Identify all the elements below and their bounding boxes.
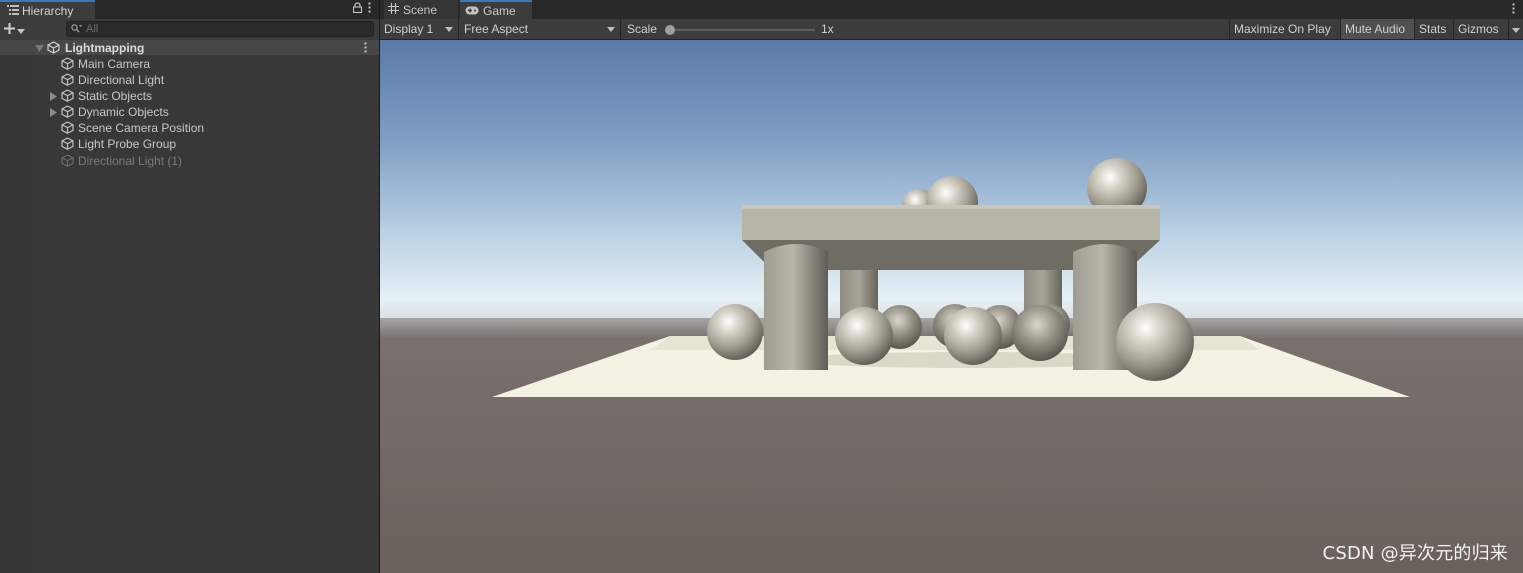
gameobject-cube-icon bbox=[61, 57, 74, 73]
gizmos-label: Gizmos bbox=[1458, 22, 1499, 36]
rendered-scene bbox=[380, 40, 1523, 573]
stats-label: Stats bbox=[1419, 22, 1447, 36]
expand-arrow-icon[interactable] bbox=[34, 43, 44, 53]
gameobject-cube-icon bbox=[61, 73, 74, 89]
hierarchy-item-main-camera[interactable]: Main Camera bbox=[0, 56, 379, 72]
hierarchy-item-label: Light Probe Group bbox=[78, 137, 177, 151]
maximize-on-play-button[interactable]: Maximize On Play bbox=[1229, 19, 1340, 39]
tab-game-label: Game bbox=[483, 3, 516, 18]
stats-button[interactable]: Stats bbox=[1414, 19, 1453, 39]
plus-icon bbox=[4, 22, 15, 37]
gizmos-dropdown[interactable] bbox=[1508, 19, 1523, 39]
expand-arrow-icon[interactable] bbox=[48, 91, 58, 101]
scene-row[interactable]: Lightmapping bbox=[0, 40, 379, 55]
tab-hierarchy[interactable]: Hierarchy bbox=[0, 0, 95, 19]
hierarchy-item-directional-light-1[interactable]: Directional Light (1) bbox=[0, 153, 379, 169]
game-viewport[interactable] bbox=[380, 40, 1523, 573]
hierarchy-item-label: Scene Camera Position bbox=[78, 121, 205, 135]
watermark-text: CSDN @异次元的归来 bbox=[1322, 543, 1508, 564]
tab-scene-label: Scene bbox=[403, 2, 438, 17]
scale-value: 1x bbox=[821, 22, 834, 36]
gameobject-cube-icon bbox=[61, 105, 74, 121]
gamepad-icon bbox=[465, 4, 479, 18]
maximize-on-play-label: Maximize On Play bbox=[1234, 22, 1331, 36]
game-view-panel: Scene Game Display 1 Free Aspect Scale 1… bbox=[380, 0, 1523, 573]
chevron-down-icon bbox=[1512, 22, 1520, 36]
search-input[interactable] bbox=[86, 23, 346, 35]
search-icon bbox=[71, 22, 82, 36]
hierarchy-item-light-probe-group[interactable]: Light Probe Group bbox=[0, 136, 379, 152]
tab-hierarchy-label: Hierarchy bbox=[22, 3, 74, 18]
grid-icon bbox=[388, 2, 399, 17]
hierarchy-item-label: Directional Light (1) bbox=[78, 154, 183, 168]
scene-kebab-icon[interactable] bbox=[364, 42, 367, 56]
game-view-toolbar: Display 1 Free Aspect Scale 1x Maximize … bbox=[380, 19, 1523, 40]
scale-label: Scale bbox=[627, 22, 658, 36]
chevron-down-icon bbox=[17, 23, 25, 37]
hierarchy-item-static-objects[interactable]: Static Objects bbox=[0, 88, 379, 104]
search-field[interactable] bbox=[66, 21, 374, 37]
display-dropdown[interactable]: Display 1 bbox=[380, 19, 459, 39]
gameobject-cube-icon bbox=[61, 89, 74, 105]
chevron-down-icon bbox=[445, 27, 453, 32]
hierarchy-item-directional-light[interactable]: Directional Light bbox=[0, 72, 379, 88]
create-button[interactable] bbox=[4, 21, 34, 38]
scale-slider-handle[interactable] bbox=[665, 25, 675, 35]
chevron-down-icon bbox=[607, 27, 615, 32]
display-dropdown-label: Display 1 bbox=[384, 22, 434, 36]
hierarchy-tab-bar: Hierarchy bbox=[0, 0, 379, 19]
gameobject-cube-icon bbox=[61, 121, 74, 137]
hierarchy-item-scene-camera-position[interactable]: Scene Camera Position bbox=[0, 120, 379, 136]
unity-scene-icon bbox=[47, 41, 60, 57]
hierarchy-toolbar bbox=[0, 19, 379, 41]
hierarchy-item-label: Dynamic Objects bbox=[78, 105, 169, 119]
kebab-menu-icon[interactable] bbox=[368, 2, 371, 16]
hierarchy-item-label: Main Camera bbox=[78, 57, 151, 71]
mute-audio-button[interactable]: Mute Audio bbox=[1340, 19, 1414, 39]
hierarchy-item-dynamic-objects[interactable]: Dynamic Objects bbox=[0, 104, 379, 120]
tab-game[interactable]: Game bbox=[460, 0, 532, 19]
tab-scene[interactable]: Scene bbox=[384, 0, 458, 19]
gizmos-button[interactable]: Gizmos bbox=[1453, 19, 1507, 39]
gameobject-cube-icon bbox=[61, 154, 74, 170]
aspect-dropdown[interactable]: Free Aspect bbox=[460, 19, 621, 39]
lock-icon[interactable] bbox=[352, 2, 363, 16]
expand-arrow-icon[interactable] bbox=[48, 107, 58, 117]
hierarchy-item-label: Static Objects bbox=[78, 89, 153, 103]
list-icon bbox=[7, 4, 19, 18]
game-view-kebab-icon[interactable] bbox=[1512, 3, 1515, 17]
game-view-tab-bar: Scene Game bbox=[380, 0, 1523, 19]
mute-audio-label: Mute Audio bbox=[1345, 22, 1406, 36]
scene-name: Lightmapping bbox=[65, 41, 145, 55]
hierarchy-tree: Lightmapping Main Camera Directional Lig… bbox=[0, 40, 379, 573]
scale-slider[interactable] bbox=[665, 25, 815, 35]
hierarchy-item-label: Directional Light bbox=[78, 73, 165, 87]
aspect-dropdown-label: Free Aspect bbox=[464, 22, 529, 36]
hierarchy-panel: Hierarchy All Lightmapping Main Camera D… bbox=[0, 0, 379, 573]
gameobject-cube-icon bbox=[61, 137, 74, 153]
